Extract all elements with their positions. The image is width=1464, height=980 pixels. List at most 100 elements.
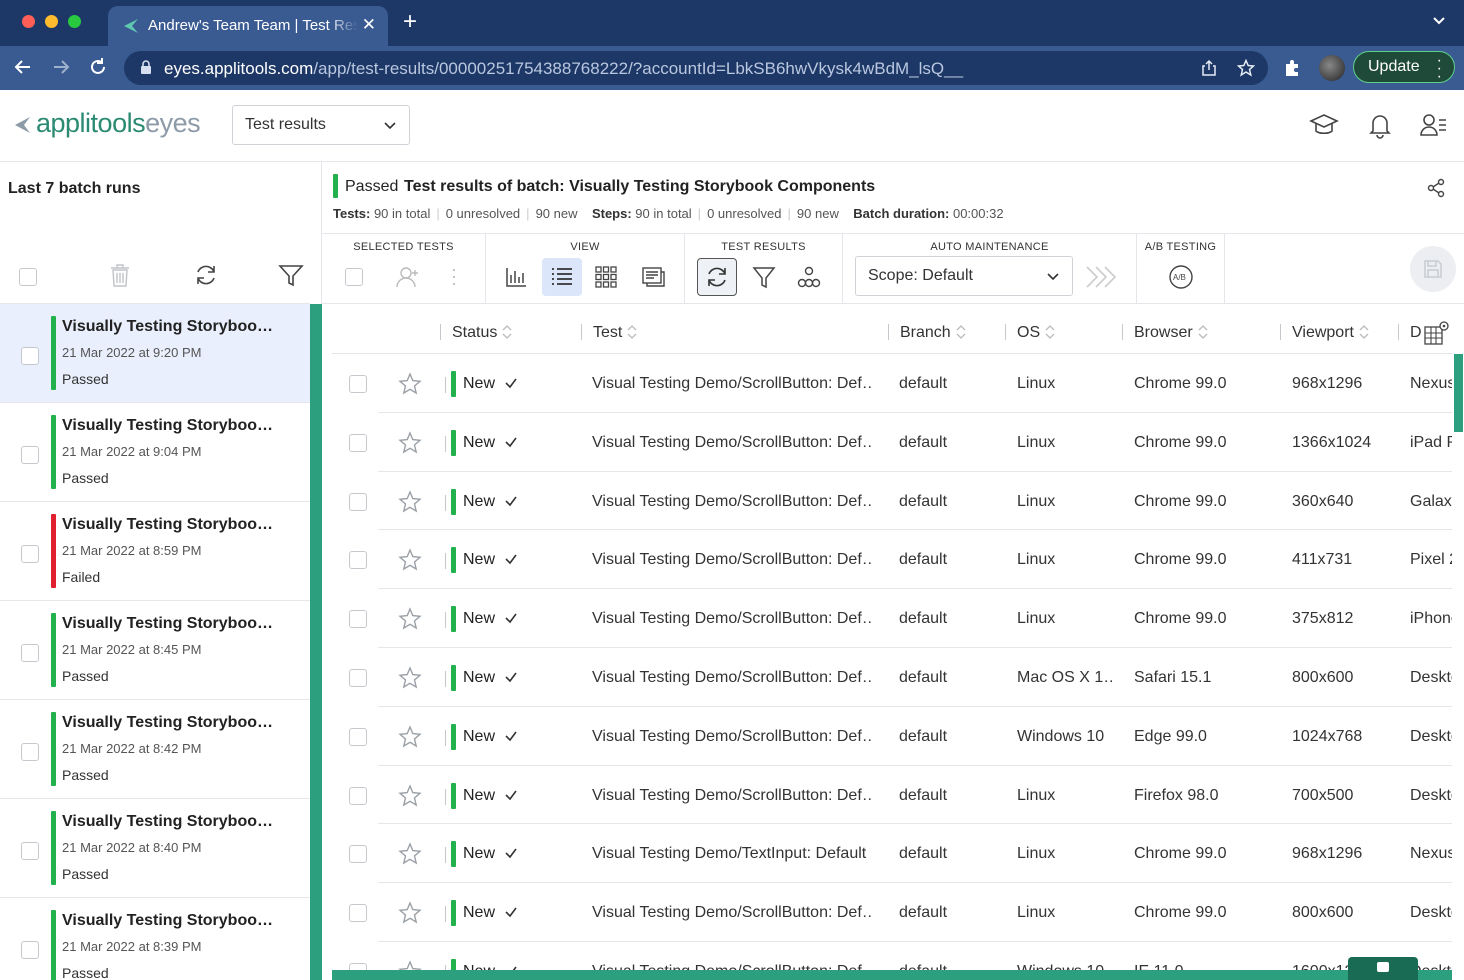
test-name[interactable]: Visual Testing Demo/ScrollButton: Def… (592, 787, 872, 805)
batch-item[interactable]: Visually Testing Storyboo… 21 Mar 2022 a… (0, 601, 310, 700)
more-actions-icon[interactable]: · · · (451, 260, 457, 292)
select-all-batches-checkbox[interactable] (19, 268, 37, 286)
panel-resize-handle[interactable] (310, 304, 322, 980)
chat-support-button[interactable] (1348, 957, 1418, 980)
star-icon[interactable] (398, 548, 422, 572)
batch-checkbox[interactable] (21, 842, 39, 860)
row-checkbox[interactable] (349, 375, 367, 393)
vertical-scrollbar-thumb[interactable] (1454, 354, 1463, 432)
trash-icon[interactable] (107, 262, 133, 288)
test-name[interactable]: Visual Testing Demo/ScrollButton: Def… (592, 610, 872, 628)
details-view-button[interactable] (633, 258, 673, 296)
graduation-cap-icon[interactable] (1309, 110, 1339, 140)
back-arrow-icon[interactable] (12, 56, 34, 78)
notifications-bell-icon[interactable] (1365, 110, 1395, 140)
star-icon[interactable] (398, 724, 422, 749)
tab-close-icon[interactable]: ✕ (362, 15, 376, 35)
row-checkbox[interactable] (349, 904, 367, 923)
star-icon[interactable] (398, 666, 422, 690)
star-icon[interactable] (398, 842, 422, 866)
column-header-status[interactable]: Status (452, 324, 512, 342)
column-header-branch[interactable]: Branch (900, 324, 966, 342)
table-row[interactable]: New Visual Testing Demo/ScrollButton: Def… (349, 472, 1452, 531)
row-checkbox[interactable] (349, 433, 367, 452)
column-settings-icon[interactable] (1422, 318, 1452, 348)
address-bar[interactable]: eyes.applitools.com/app/test-results/000… (124, 51, 1268, 85)
row-checkbox[interactable] (349, 551, 367, 570)
test-name[interactable]: Visual Testing Demo/ScrollButton: Def… (592, 728, 872, 746)
star-icon[interactable] (398, 372, 422, 396)
table-row[interactable]: New Visual Testing Demo/ScrollButton: Def… (349, 883, 1452, 942)
test-name[interactable]: Visual Testing Demo/ScrollButton: Def… (592, 434, 872, 452)
test-name[interactable]: Visual Testing Demo/ScrollButton: Def… (592, 375, 872, 393)
share-icon[interactable] (1200, 59, 1218, 77)
table-row[interactable]: New Visual Testing Demo/TextInput: Defaul… (349, 824, 1452, 884)
star-icon[interactable] (398, 901, 422, 925)
page-select-dropdown[interactable]: Test results (232, 105, 410, 145)
new-tab-icon[interactable]: + (403, 10, 417, 34)
table-row[interactable]: New Visual Testing Demo/ScrollButton: Def… (349, 648, 1452, 707)
table-row[interactable]: New Visual Testing Demo/ScrollButton: Def… (349, 589, 1452, 648)
table-row[interactable]: New Visual Testing Demo/ScrollButton: Def… (349, 766, 1452, 825)
row-checkbox[interactable] (349, 610, 367, 629)
user-menu-icon[interactable] (1418, 110, 1448, 140)
grid-view-button[interactable] (586, 258, 626, 296)
batch-item[interactable]: Visually Testing Storyboo… 21 Mar 2022 a… (0, 700, 310, 799)
bookmark-star-icon[interactable] (1237, 59, 1255, 77)
batch-item[interactable]: Visually Testing Storyboo… 21 Mar 2022 a… (0, 799, 310, 898)
column-header-os[interactable]: OS (1017, 324, 1055, 342)
batch-checkbox[interactable] (21, 743, 39, 761)
forward-arrow-icon[interactable] (50, 56, 72, 78)
extensions-puzzle-icon[interactable] (1283, 58, 1303, 78)
batch-item[interactable]: Visually Testing Storyboo… 21 Mar 2022 a… (0, 898, 310, 980)
column-header-browser[interactable]: Browser (1134, 324, 1208, 342)
column-header-test[interactable]: Test (593, 324, 637, 342)
tab-search-chevron-icon[interactable] (1432, 14, 1446, 28)
batch-item[interactable]: Visually Testing Storyboo… 21 Mar 2022 a… (0, 403, 310, 502)
filter-icon[interactable] (278, 262, 304, 288)
list-view-button[interactable] (542, 258, 582, 296)
row-checkbox[interactable] (349, 845, 367, 864)
filter-results-button[interactable] (744, 258, 784, 296)
column-header-viewport[interactable]: Viewport (1292, 324, 1369, 342)
auto-maintenance-arrows-icon[interactable] (1085, 264, 1119, 290)
minimize-window-button[interactable] (45, 15, 58, 28)
group-by-button[interactable] (789, 258, 829, 296)
chart-view-button[interactable] (496, 258, 536, 296)
update-button[interactable]: Update · · · (1353, 51, 1455, 85)
batch-checkbox[interactable] (21, 347, 39, 365)
batch-item[interactable]: Visually Testing Storyboo… 21 Mar 2022 a… (0, 304, 310, 403)
row-checkbox[interactable] (349, 492, 367, 511)
star-icon[interactable] (398, 607, 422, 631)
applitools-logo[interactable]: applitoolseyes (14, 108, 201, 139)
test-name[interactable]: Visual Testing Demo/ScrollButton: Def… (592, 904, 872, 922)
row-checkbox[interactable] (349, 727, 367, 746)
star-icon[interactable] (398, 783, 422, 808)
test-name[interactable]: Visual Testing Demo/ScrollButton: Def… (592, 493, 872, 511)
row-checkbox[interactable] (349, 668, 367, 687)
reload-icon[interactable] (87, 56, 109, 78)
table-row[interactable]: New Visual Testing Demo/ScrollButton: Def… (349, 707, 1452, 766)
save-button[interactable] (1410, 246, 1456, 292)
batch-item[interactable]: Visually Testing Storyboo… 21 Mar 2022 a… (0, 502, 310, 601)
select-all-tests-checkbox[interactable] (345, 268, 363, 286)
batch-checkbox[interactable] (21, 941, 39, 959)
row-checkbox[interactable] (349, 786, 367, 805)
test-name[interactable]: Visual Testing Demo/TextInput: Default (592, 845, 872, 863)
refresh-results-button[interactable] (697, 258, 737, 296)
profile-avatar[interactable] (1319, 55, 1345, 81)
close-window-button[interactable] (22, 15, 35, 28)
batch-checkbox[interactable] (21, 644, 39, 662)
horizontal-scrollbar[interactable] (332, 970, 1452, 980)
batch-checkbox[interactable] (21, 545, 39, 563)
column-header-device[interactable]: D (1410, 324, 1422, 342)
table-row[interactable]: New Visual Testing Demo/ScrollButton: Def… (349, 354, 1452, 413)
test-name[interactable]: Visual Testing Demo/ScrollButton: Def… (592, 669, 872, 687)
star-icon[interactable] (398, 431, 422, 455)
vertical-scrollbar-track[interactable] (1453, 354, 1464, 980)
scope-dropdown[interactable]: Scope: Default (855, 256, 1073, 296)
table-row[interactable]: New Visual Testing Demo/ScrollButton: Def… (349, 530, 1452, 590)
refresh-icon[interactable] (193, 262, 219, 288)
table-row[interactable]: New Visual Testing Demo/ScrollButton: Def… (349, 413, 1452, 472)
assign-user-icon[interactable] (395, 264, 421, 290)
